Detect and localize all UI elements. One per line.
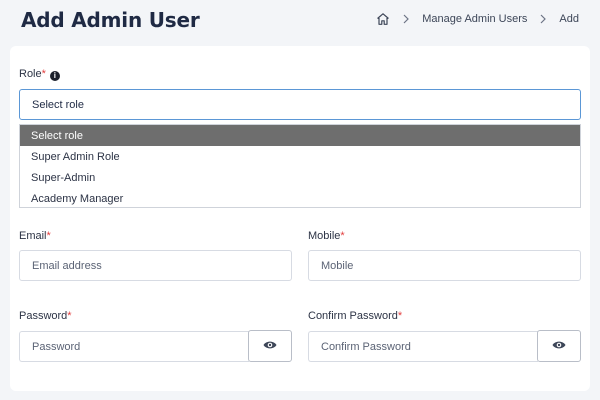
confirm-password-label: Confirm Password* bbox=[308, 310, 402, 322]
mobile-placeholder: Mobile bbox=[321, 259, 354, 272]
role-option[interactable]: Select role bbox=[20, 125, 580, 146]
email-placeholder: Email address bbox=[32, 259, 102, 272]
eye-icon bbox=[552, 337, 566, 355]
page-header: Add Admin User Manage Admin Users Add bbox=[0, 0, 600, 42]
eye-icon bbox=[263, 337, 277, 355]
chevron-right-icon bbox=[539, 14, 547, 24]
password-field[interactable]: Password bbox=[19, 331, 249, 362]
password-label-text: Password bbox=[19, 310, 68, 322]
breadcrumb: Manage Admin Users Add bbox=[376, 12, 579, 26]
required-mark: * bbox=[340, 230, 345, 242]
chevron-right-icon bbox=[402, 14, 410, 24]
role-option[interactable]: Academy Manager bbox=[20, 188, 580, 209]
confirm-password-visibility-toggle[interactable] bbox=[537, 330, 581, 362]
mobile-field[interactable]: Mobile bbox=[308, 250, 581, 281]
info-icon[interactable]: i bbox=[49, 71, 60, 81]
role-select[interactable]: Select role bbox=[19, 89, 581, 120]
confirm-password-placeholder: Confirm Password bbox=[321, 340, 411, 353]
breadcrumb-item-manage-admin-users[interactable]: Manage Admin Users bbox=[422, 13, 527, 25]
password-label: Password* bbox=[19, 310, 72, 322]
page-title: Add Admin User bbox=[21, 8, 200, 32]
email-label-text: Email bbox=[19, 230, 47, 242]
required-mark: * bbox=[46, 230, 51, 242]
required-mark: * bbox=[67, 310, 72, 322]
password-placeholder: Password bbox=[32, 340, 81, 353]
role-option[interactable]: Super-Admin bbox=[20, 167, 580, 188]
required-mark: * bbox=[41, 68, 46, 80]
confirm-password-label-text: Confirm Password bbox=[308, 310, 398, 322]
form-card: Role* i Select role Select role Super Adm… bbox=[10, 46, 590, 391]
email-field[interactable]: Email address bbox=[19, 250, 292, 281]
role-dropdown: Select role Super Admin Role Super-Admin… bbox=[19, 124, 581, 208]
role-label-text: Role bbox=[19, 68, 42, 80]
mobile-label-text: Mobile bbox=[308, 230, 341, 242]
home-icon[interactable] bbox=[376, 12, 390, 26]
password-visibility-toggle[interactable] bbox=[248, 330, 292, 362]
role-option[interactable]: Super Admin Role bbox=[20, 146, 580, 167]
confirm-password-field[interactable]: Confirm Password bbox=[308, 331, 538, 362]
breadcrumb-item-add: Add bbox=[559, 13, 579, 25]
email-label: Email* bbox=[19, 230, 51, 242]
role-label: Role* i bbox=[19, 68, 60, 81]
required-mark: * bbox=[397, 310, 403, 322]
role-select-value: Select role bbox=[32, 98, 84, 111]
mobile-label: Mobile* bbox=[308, 230, 345, 242]
